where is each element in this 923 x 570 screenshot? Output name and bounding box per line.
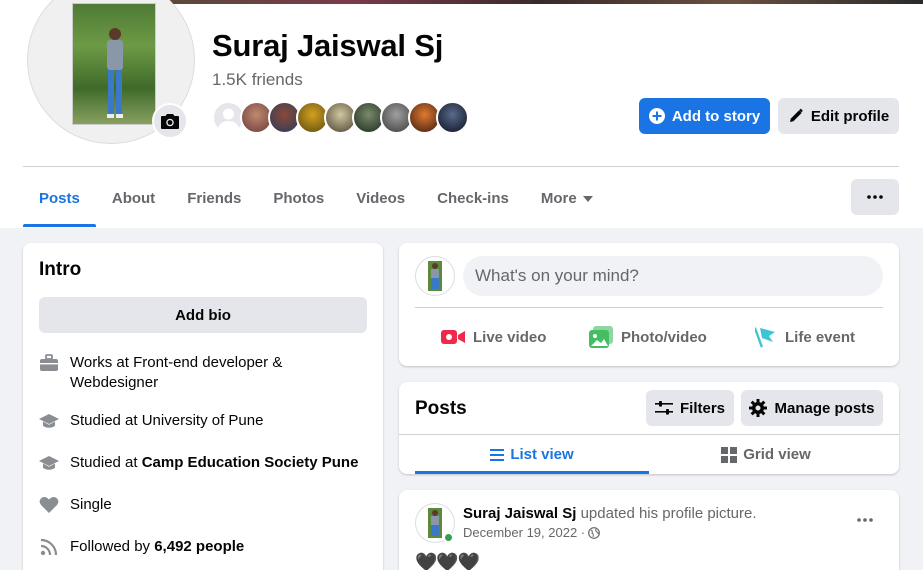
- tab-label: More: [540, 190, 577, 207]
- cover-photo[interactable]: [160, 0, 923, 4]
- photo-video-label: Photo/video: [621, 328, 707, 346]
- intro-education-item: Studied at Camp Education Society Pune: [39, 453, 369, 473]
- add-to-story-label: Add to story: [671, 107, 761, 125]
- intro-education-item: Studied at University of Pune: [39, 411, 369, 431]
- school-link[interactable]: Camp Education Society Pune: [142, 454, 359, 471]
- live-video-icon: [441, 330, 465, 344]
- tab-photos[interactable]: Photos: [257, 170, 340, 227]
- tab-label: Photos: [273, 190, 325, 207]
- intro-followers-text: Followed by 6,492 people: [70, 537, 244, 557]
- add-to-story-button[interactable]: Add to story: [639, 98, 770, 134]
- post-composer: What's on your mind? Live video Photo/vi…: [399, 243, 899, 366]
- followers-link[interactable]: 6,492 people: [154, 538, 244, 555]
- intro-work-item: Works at Front-end developer & Webdesign…: [39, 353, 369, 393]
- tab-check-ins[interactable]: Check-ins: [421, 170, 525, 227]
- tab-label: Friends: [187, 190, 242, 207]
- plus-circle-icon: [648, 108, 665, 124]
- posts-title: Posts: [415, 398, 467, 419]
- post-action-text: updated his profile picture.: [580, 505, 757, 522]
- tab-label: Videos: [356, 190, 406, 207]
- online-status-dot: [443, 532, 454, 543]
- gear-icon: [749, 399, 768, 417]
- heart-icon: [39, 495, 59, 515]
- post-options-button[interactable]: [849, 508, 881, 532]
- filters-button[interactable]: Filters: [646, 390, 734, 426]
- photo-video-button[interactable]: Photo/video: [589, 319, 707, 355]
- intro-education-text: Studied at Camp Education Society Pune: [70, 453, 358, 473]
- posts-header-card: Posts Filters Manage posts List view Gri…: [399, 382, 899, 474]
- post-author-name[interactable]: Suraj Jaiswal Sj: [463, 505, 576, 522]
- manage-posts-button[interactable]: Manage posts: [741, 390, 883, 426]
- friend-avatar[interactable]: [436, 101, 469, 134]
- list-view-tab[interactable]: List view: [415, 435, 649, 474]
- post-header-line: Suraj Jaiswal Sj updated his profile pic…: [463, 505, 757, 522]
- person-figure: [107, 28, 123, 118]
- whats-on-your-mind-input[interactable]: What's on your mind?: [463, 256, 883, 296]
- intro-followers-item: Followed by 6,492 people: [39, 537, 369, 557]
- composer-divider: [415, 307, 883, 308]
- intro-work-text: Works at Front-end developer & Webdesign…: [70, 354, 283, 391]
- intro-prefix: Studied at: [70, 454, 142, 471]
- camera-icon: [161, 114, 179, 129]
- intro-prefix: Followed by: [70, 538, 155, 555]
- intro-card: Intro Add bio Works at Front-end develop…: [23, 243, 383, 570]
- default-avatar-icon: [218, 108, 239, 132]
- intro-education-text: Studied at University of Pune: [70, 412, 264, 429]
- manage-posts-label: Manage posts: [774, 399, 875, 417]
- update-profile-picture-button[interactable]: [152, 103, 188, 139]
- intro-title: Intro: [39, 259, 82, 280]
- intro-relationship-text: Single: [70, 496, 112, 513]
- tab-label: Check-ins: [437, 190, 509, 207]
- grid-icon: [721, 446, 738, 463]
- filters-icon: [654, 401, 673, 415]
- intro-relationship-item: Single: [39, 495, 369, 515]
- post-card: Suraj Jaiswal Sj updated his profile pic…: [399, 490, 899, 570]
- profile-tabs: Posts About Friends Photos Videos Check-…: [23, 170, 609, 227]
- friends-count-link[interactable]: 1.5K friends: [212, 70, 303, 90]
- person-figure: [428, 261, 442, 291]
- globe-icon: [588, 526, 601, 539]
- tab-label: About: [111, 190, 156, 207]
- photo-video-icon: [589, 326, 613, 348]
- post-meta: December 19, 2022 ·: [463, 525, 601, 540]
- filters-label: Filters: [679, 399, 725, 417]
- header-divider: [23, 166, 899, 167]
- add-bio-button[interactable]: Add bio: [39, 297, 367, 333]
- person-figure: [428, 508, 442, 538]
- tab-about[interactable]: About: [96, 170, 171, 227]
- profile-photo-image: [72, 3, 156, 125]
- post-date[interactable]: December 19, 2022 ·: [463, 525, 585, 540]
- tab-label: Posts: [39, 190, 80, 207]
- post-text: 🖤🖤🖤: [415, 552, 480, 570]
- edit-profile-label: Edit profile: [810, 107, 890, 125]
- graduation-cap-icon: [39, 411, 59, 431]
- briefcase-icon: [39, 353, 59, 373]
- list-view-label: List view: [510, 446, 574, 463]
- graduation-cap-icon: [39, 453, 59, 473]
- life-event-button[interactable]: Life event: [755, 319, 855, 355]
- composer-avatar[interactable]: [415, 256, 455, 296]
- caret-down-icon: [582, 195, 593, 202]
- grid-view-label: Grid view: [743, 446, 811, 463]
- list-icon: [490, 448, 505, 461]
- life-event-icon: [755, 327, 775, 348]
- profile-options-button[interactable]: [851, 179, 899, 215]
- pencil-icon: [789, 108, 803, 122]
- edit-profile-button[interactable]: Edit profile: [778, 98, 899, 134]
- rss-icon: [39, 537, 59, 557]
- live-video-button[interactable]: Live video: [441, 319, 546, 355]
- tab-friends[interactable]: Friends: [171, 170, 257, 227]
- tab-videos[interactable]: Videos: [340, 170, 421, 227]
- tab-more[interactable]: More: [525, 170, 609, 227]
- profile-name: Suraj Jaiswal Sj: [212, 28, 444, 63]
- life-event-label: Life event: [785, 328, 856, 346]
- live-video-label: Live video: [473, 328, 547, 346]
- more-horizontal-icon: [867, 195, 883, 199]
- more-horizontal-icon: [857, 518, 873, 522]
- grid-view-tab[interactable]: Grid view: [649, 435, 883, 474]
- tab-posts[interactable]: Posts: [23, 170, 96, 227]
